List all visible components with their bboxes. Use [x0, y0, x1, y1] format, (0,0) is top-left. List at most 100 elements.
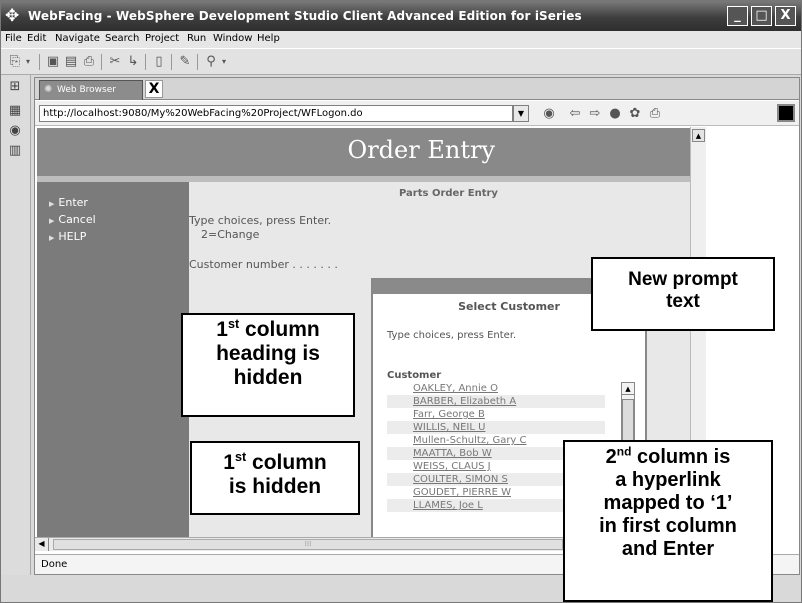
toolbar-separator: [39, 54, 40, 70]
stop-icon[interactable]: ●: [607, 106, 623, 122]
address-dropdown-icon[interactable]: ▼: [513, 105, 529, 122]
application-window: ✥ WebFacing - WebSphere Development Stud…: [0, 0, 802, 603]
tab-web-browser[interactable]: ✺ Web Browser: [39, 80, 143, 100]
title-bar: ✥ WebFacing - WebSphere Development Stud…: [1, 1, 801, 31]
print-page-icon[interactable]: ⎙: [647, 106, 663, 122]
customer-link[interactable]: LLAMES, Joe L: [413, 499, 483, 512]
nav-cancel-label: Cancel: [58, 213, 96, 226]
list-item: BARBER, Elizabeth A: [387, 395, 605, 408]
customer-link[interactable]: WEISS, CLAUS J: [413, 460, 491, 473]
back-icon[interactable]: ⇦: [567, 106, 583, 122]
horizontal-scrollbar[interactable]: ◀ ⁞⁞⁞: [35, 537, 563, 551]
toolbar-separator: [197, 54, 198, 70]
layout-perspective-icon[interactable]: ▥: [7, 143, 23, 159]
callout-text: and Enter: [621, 538, 715, 560]
go-icon[interactable]: ◉: [541, 106, 557, 122]
status-text: Done: [41, 559, 68, 570]
new-icon[interactable]: ⎘: [7, 54, 23, 70]
customer-link[interactable]: BARBER, Elizabeth A: [413, 395, 516, 408]
customer-link[interactable]: GOUDET, PIERRE W: [413, 486, 511, 499]
customer-number-label: Customer number . . . . . . .: [189, 258, 338, 271]
customer-link[interactable]: WILLIS, NEIL U: [413, 421, 485, 434]
dialog-prompt: Type choices, press Enter.: [387, 330, 517, 341]
address-bar: http://localhost:9080/My%20WebFacing%20P…: [35, 101, 799, 126]
open-perspective-icon[interactable]: ⊞: [7, 79, 23, 95]
debug-icon[interactable]: ✂: [107, 54, 123, 70]
refresh-icon[interactable]: ✿: [627, 106, 643, 122]
callout-hyperlink: 2nd column is a hyperlink mapped to ‘1’ …: [563, 440, 773, 602]
toolbar-separator: [101, 54, 102, 70]
callout-text: 1st column: [216, 317, 320, 341]
option-text: 2=Change: [201, 228, 260, 241]
arrow-icon: ▶: [49, 234, 55, 242]
customer-link[interactable]: COULTER, SIMON S: [413, 473, 508, 486]
callout-text: text: [666, 290, 700, 312]
callout-new-prompt: New prompt text: [591, 257, 775, 331]
window-title: WebFacing - WebSphere Development Studio…: [28, 9, 582, 23]
scroll-left-icon[interactable]: ◀: [35, 538, 49, 551]
callout-text: is hidden: [228, 475, 322, 499]
scroll-thumb[interactable]: ⁞⁞⁞: [53, 539, 563, 550]
callout-text: New prompt: [628, 269, 738, 290]
scroll-up-icon[interactable]: ▲: [692, 129, 705, 142]
nav-enter-label: Enter: [58, 196, 88, 209]
callout-text: heading is: [216, 342, 320, 366]
customer-link[interactable]: Farr, George B: [413, 408, 485, 421]
menu-project[interactable]: Project: [145, 33, 179, 44]
menu-navigate[interactable]: Navigate: [55, 33, 100, 44]
arrow-icon: ▶: [49, 217, 55, 225]
customer-column-header: Customer: [387, 370, 442, 381]
instructions-text: Type choices, press Enter.: [189, 214, 332, 227]
tab-strip: ✺ Web Browser X: [35, 78, 799, 100]
app-icon: ✥: [5, 6, 20, 26]
print-icon[interactable]: ⎙: [81, 54, 97, 70]
menu-search[interactable]: Search: [105, 33, 139, 44]
browser-status-indicator: [777, 104, 795, 122]
menu-run[interactable]: Run: [187, 33, 206, 44]
perspective-bar: ⊞ ▦ ◉ ▥: [1, 75, 31, 575]
customer-link[interactable]: Mullen-Schultz, Gary C: [413, 434, 527, 447]
perspective-icon[interactable]: ▦: [7, 103, 23, 119]
toolbar-separator: [171, 54, 172, 70]
callout-text: a hyperlink: [615, 469, 721, 491]
nav-help[interactable]: ▶ HELP: [49, 230, 86, 243]
search-dropdown-icon[interactable]: ▾: [219, 54, 229, 70]
customer-link[interactable]: MAATTA, Bob W: [413, 447, 492, 460]
toolbar: ⎘ ▾ ▣ ▤ ⎙ ✂ ↳ ▯ ✎ ⚲ ▾: [1, 48, 801, 75]
scroll-up-icon[interactable]: ▲: [622, 383, 634, 395]
menu-window[interactable]: Window: [213, 33, 252, 44]
document-icon[interactable]: ▯: [151, 54, 167, 70]
page-header: Order Entry: [37, 128, 701, 176]
minimize-button[interactable]: _: [727, 6, 748, 26]
close-button[interactable]: X: [775, 6, 796, 26]
web-perspective-icon[interactable]: ◉: [7, 123, 23, 139]
form-title: Parts Order Entry: [399, 188, 498, 199]
menu-file[interactable]: File: [5, 33, 22, 44]
toolbar-separator: [145, 54, 146, 70]
list-item: WILLIS, NEIL U: [387, 421, 605, 434]
callout-text: 1st column: [223, 450, 327, 474]
menu-edit[interactable]: Edit: [27, 33, 46, 44]
pen-icon[interactable]: ✎: [177, 54, 193, 70]
nav-enter[interactable]: ▶ Enter: [49, 196, 88, 209]
new-dropdown-icon[interactable]: ▾: [23, 54, 33, 70]
callout-text: in first column: [599, 515, 737, 537]
tab-close-button[interactable]: X: [145, 80, 163, 98]
run-icon[interactable]: ↳: [125, 54, 141, 70]
maximize-button[interactable]: □: [751, 6, 772, 26]
callout-text: hidden: [233, 366, 303, 390]
callout-text: 2nd column is: [605, 444, 731, 468]
forward-icon[interactable]: ⇨: [587, 106, 603, 122]
page-title: Order Entry: [347, 136, 495, 164]
save-icon[interactable]: ▣: [45, 54, 61, 70]
save-all-icon[interactable]: ▤: [63, 54, 79, 70]
address-input[interactable]: http://localhost:9080/My%20WebFacing%20P…: [39, 105, 513, 122]
customer-link[interactable]: OAKLEY, Annie O: [413, 382, 498, 395]
tab-label: Web Browser: [57, 85, 116, 95]
nav-cancel[interactable]: ▶ Cancel: [49, 213, 96, 226]
search-icon[interactable]: ⚲: [203, 54, 219, 70]
arrow-icon: ▶: [49, 200, 55, 208]
callout-text: mapped to ‘1’: [603, 492, 733, 514]
menu-help[interactable]: Help: [257, 33, 280, 44]
nav-help-label: HELP: [58, 230, 87, 243]
